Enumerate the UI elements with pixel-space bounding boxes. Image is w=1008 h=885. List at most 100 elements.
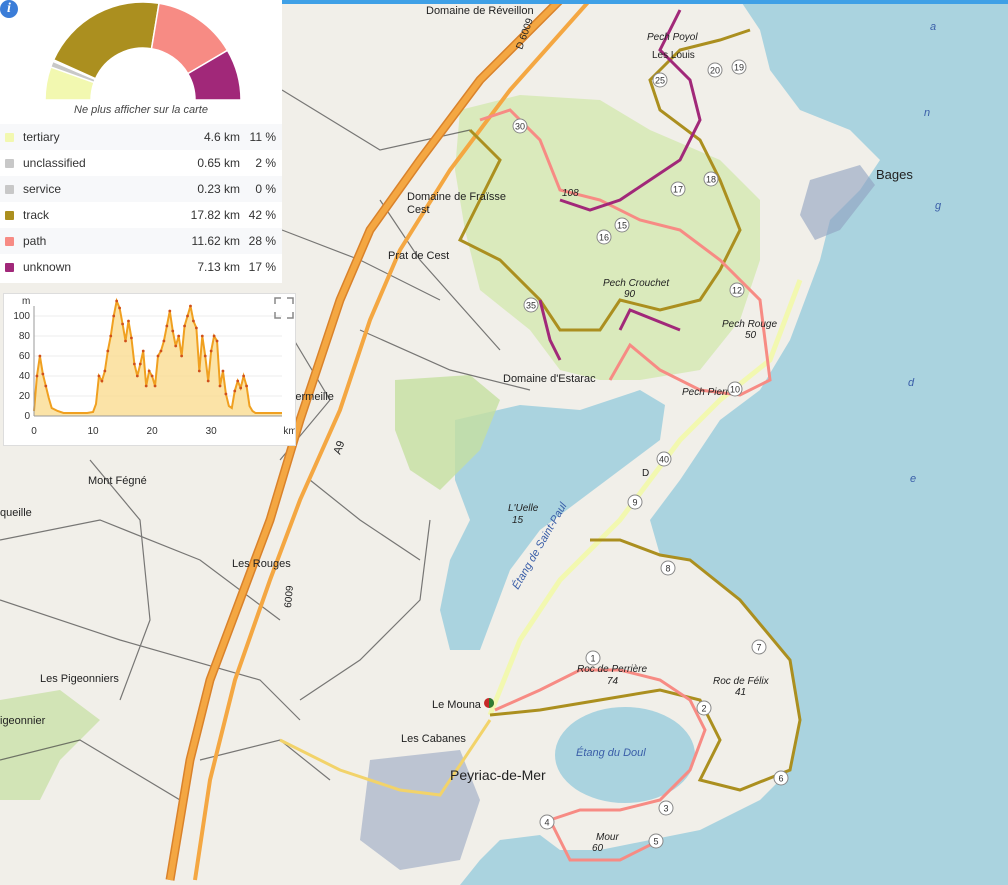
label-l-uelle-alt: 15: [512, 515, 524, 526]
y-axis-label: m: [22, 296, 30, 307]
legend-row-unknown[interactable]: unknown 7.13 km 17 %: [0, 254, 282, 280]
legend-row-track[interactable]: track 17.82 km 42 %: [0, 202, 282, 228]
x-tick-label: 10: [87, 426, 99, 437]
elevation-point: [168, 309, 172, 313]
elevation-point: [200, 334, 204, 338]
y-tick-label: 80: [19, 331, 31, 342]
elevation-point: [115, 299, 119, 303]
waypoint-label-3: 3: [663, 804, 668, 814]
legend-swatch: [5, 132, 14, 142]
elevation-point: [118, 306, 122, 310]
elevation-point: [245, 384, 248, 388]
label-etang-du-doul: Étang du Doul: [576, 746, 646, 759]
elevation-point: [206, 379, 210, 383]
legend-row-path[interactable]: path 11.62 km 28 %: [0, 228, 282, 254]
elevation-profile[interactable]: 0 20 40 60 80 100 0 10 20 30 km m: [3, 293, 296, 446]
elevation-point: [165, 324, 169, 328]
elevation-point: [189, 304, 192, 308]
label-roc-perriere: Roc de Perrière: [577, 664, 647, 675]
elevation-point: [103, 369, 107, 373]
elevation-point: [218, 384, 222, 388]
elevation-point: [174, 344, 178, 348]
label-les-rouges: Les Rouges: [232, 558, 291, 570]
elevation-point: [127, 319, 130, 323]
elevation-point: [215, 339, 219, 343]
label-pech-rouge: Pech Rouge: [722, 319, 777, 330]
elevation-point: [41, 372, 45, 376]
x-tick-label: 20: [147, 426, 159, 437]
elevation-point: [38, 354, 42, 358]
elevation-point: [144, 384, 148, 388]
legend-percent: 0 %: [255, 182, 276, 196]
label-road-d: D: [642, 468, 649, 479]
label-pech-rouge-alt: 50: [745, 330, 757, 341]
waypoint-label-6: 6: [778, 774, 783, 784]
label-domaine-cest-1: Domaine de Fraïsse: [407, 191, 506, 203]
legend-swatch: [5, 158, 14, 168]
hide-on-map-link[interactable]: Ne plus afficher sur la carte: [0, 104, 282, 116]
label-pigeonnier: igeonnier: [0, 715, 46, 727]
elevation-point: [221, 369, 225, 373]
legend-row-unclassified[interactable]: unclassified 0.65 km 2 %: [0, 150, 282, 176]
expand-icon[interactable]: [274, 297, 294, 319]
elevation-point: [150, 374, 154, 378]
elevation-point: [106, 349, 110, 353]
label-mour: Mour: [596, 832, 619, 843]
elevation-point: [212, 334, 216, 338]
x-tick-label: km: [283, 426, 295, 437]
legend-distance: 17.82 km: [190, 208, 240, 222]
x-tick-label: 30: [206, 426, 218, 437]
legend-row-service[interactable]: service 0.23 km 0 %: [0, 176, 282, 202]
label-le-mouna: Le Mouna: [432, 699, 482, 711]
label-etang-letter-1: a: [930, 21, 936, 33]
waypoint-label-40: 40: [659, 455, 669, 465]
label-les-cabanes: Les Cabanes: [401, 733, 466, 745]
legend-distance: 7.13 km: [197, 260, 240, 274]
elevation-point: [124, 339, 127, 343]
label-mont-fegne: Mont Fégné: [88, 475, 147, 487]
legend-name: tertiary: [23, 130, 60, 144]
elevation-chart: 0 20 40 60 80 100 0 10 20 30 km m: [13, 296, 295, 437]
elevation-point: [192, 319, 195, 323]
label-alt-108: 108: [562, 188, 579, 199]
elevation-point: [194, 326, 198, 330]
elevation-point: [100, 379, 104, 383]
label-roc-perriere-alt: 74: [607, 676, 619, 687]
label-etang-letter-2: n: [924, 107, 930, 119]
elevation-point: [135, 374, 139, 378]
elevation-point: [132, 362, 136, 366]
elevation-point: [112, 314, 116, 318]
legend-swatch: [5, 262, 14, 272]
label-peyriac: Peyriac-de-Mer: [450, 767, 546, 783]
label-bages: Bages: [876, 167, 913, 182]
donut-slice-track[interactable]: [52, 1, 160, 80]
legend-percent: 28 %: [248, 234, 276, 248]
elevation-point: [224, 392, 228, 396]
elevation-point: [147, 369, 151, 373]
waypoint-label-17: 17: [673, 185, 683, 195]
top-progress-bar: [282, 0, 1008, 4]
legend-swatch: [5, 184, 14, 194]
elevation-point: [121, 322, 124, 326]
label-pech-crouchet-alt: 90: [624, 289, 636, 300]
label-etang-letter-5: e: [910, 473, 916, 485]
elevation-point: [156, 354, 160, 358]
elevation-point: [44, 384, 48, 388]
waypoint-label-9: 9: [632, 498, 637, 508]
label-pech-poyol: Pech Poyol: [647, 32, 698, 43]
surface-legend: tertiary 4.6 km 11 % unclassified 0.65 k…: [0, 124, 282, 280]
waypoint-label-4: 4: [544, 818, 549, 828]
info-icon[interactable]: i: [0, 0, 18, 18]
label-pech-crouchet: Pech Crouchet: [603, 278, 670, 289]
waypoint-label-8: 8: [665, 564, 670, 574]
label-d6009-bottom: 6009: [283, 585, 296, 609]
legend-row-tertiary[interactable]: tertiary 4.6 km 11 %: [0, 124, 282, 150]
elevation-point: [183, 324, 186, 328]
elevation-point: [203, 354, 207, 358]
waypoint-label-25: 25: [655, 76, 665, 86]
legend-name: service: [23, 182, 62, 196]
legend-name: path: [23, 234, 47, 248]
elevation-point: [209, 349, 213, 353]
legend-name: track: [23, 208, 50, 222]
waypoint-label-18: 18: [706, 175, 716, 185]
